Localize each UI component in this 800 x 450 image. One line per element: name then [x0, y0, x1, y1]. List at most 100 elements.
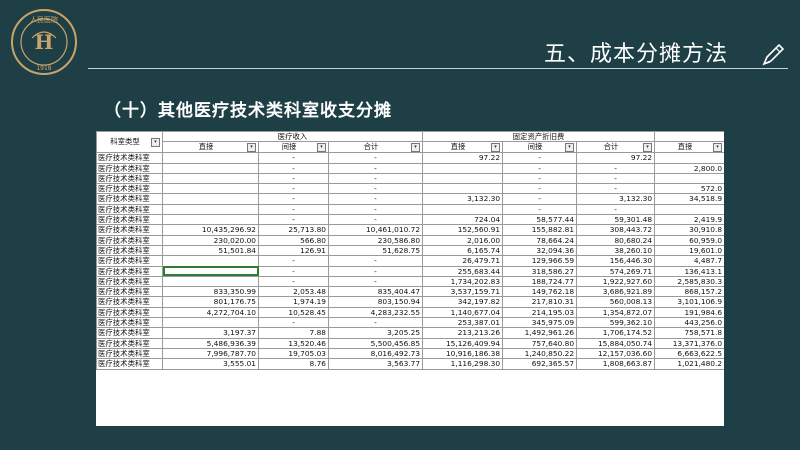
table-cell[interactable]: 253,387.01 [422, 317, 504, 329]
filter-dropdown-icon[interactable]: ▾ [151, 138, 160, 148]
table-cell[interactable]: - [502, 152, 578, 164]
table-cell[interactable]: 868,157.2 [654, 286, 724, 298]
table-cell[interactable] [162, 193, 259, 205]
table-cell[interactable]: 3,197.37 [162, 327, 259, 339]
table-cell[interactable]: 38,260.10 [576, 244, 656, 257]
table-cell[interactable]: 1,116,298.30 [422, 358, 504, 370]
table-cell[interactable]: 572.0 [654, 183, 724, 195]
table-cell[interactable]: - [258, 172, 329, 185]
table-cell[interactable] [162, 275, 259, 288]
col-header[interactable]: 直接 ▾ [654, 141, 724, 154]
table-cell[interactable]: - [327, 265, 424, 277]
table-cell[interactable]: 4,487.7 [654, 255, 724, 267]
table-cell[interactable]: 308,443.72 [576, 224, 656, 236]
row-type-cell[interactable]: 医疗技术类科室 [96, 234, 163, 246]
table-cell[interactable]: - [576, 183, 656, 195]
table-cell[interactable]: 188,724.77 [502, 275, 578, 288]
table-cell[interactable]: - [502, 162, 578, 174]
table-cell[interactable]: - [258, 152, 329, 164]
filter-dropdown-icon[interactable]: ▾ [643, 143, 653, 152]
table-cell[interactable]: 5,500,456.85 [327, 337, 424, 349]
table-cell[interactable]: 3,555.01 [162, 358, 259, 370]
table-cell[interactable]: - [258, 214, 329, 226]
table-cell[interactable]: 59,301.48 [576, 214, 656, 226]
table-cell[interactable]: - [258, 193, 329, 205]
row-type-cell[interactable]: 医疗技术类科室 [96, 152, 163, 164]
table-cell[interactable]: - [576, 162, 656, 174]
table-cell[interactable] [162, 214, 259, 226]
table-cell[interactable]: 10,435,296.92 [162, 224, 259, 236]
table-cell[interactable]: 136,413.1 [654, 265, 724, 277]
table-cell[interactable] [162, 255, 259, 267]
table-cell[interactable]: - [258, 275, 329, 288]
row-type-cell[interactable]: 医疗技术类科室 [96, 347, 163, 360]
table-cell[interactable]: - [502, 203, 578, 216]
table-cell[interactable]: 1,808,663.87 [576, 358, 656, 370]
table-cell[interactable]: 1,922,927.60 [576, 275, 656, 288]
table-cell[interactable]: 156,446.30 [576, 255, 656, 267]
table-cell[interactable]: - [576, 203, 656, 216]
table-cell[interactable] [654, 203, 724, 216]
table-cell[interactable]: 213,213.26 [422, 327, 504, 339]
table-cell[interactable]: 10,528.45 [258, 306, 329, 319]
table-cell[interactable]: 1,240,850.22 [502, 347, 578, 360]
table-cell[interactable]: - [327, 275, 424, 288]
table-cell[interactable] [162, 152, 259, 164]
col-header[interactable]: 直接 ▾ [422, 141, 504, 154]
table-cell[interactable]: 3,101,106.9 [654, 296, 724, 308]
table-cell[interactable]: 3,563.77 [327, 358, 424, 370]
table-cell[interactable]: 757,640.80 [502, 337, 578, 349]
table-cell[interactable]: - [327, 255, 424, 267]
table-cell[interactable]: 30,910.8 [654, 224, 724, 236]
table-cell[interactable]: 599,362.10 [576, 317, 656, 329]
col-header[interactable]: 合计 ▾ [327, 141, 424, 154]
table-cell[interactable]: 692,365.57 [502, 358, 578, 370]
filter-dropdown-icon[interactable]: ▾ [713, 143, 723, 152]
table-cell[interactable]: 318,586.27 [502, 265, 578, 277]
table-cell[interactable]: 80,680.24 [576, 234, 656, 246]
table-cell[interactable]: - [258, 265, 329, 277]
row-type-cell[interactable]: 医疗技术类科室 [96, 214, 163, 226]
table-cell[interactable] [422, 183, 504, 195]
filter-dropdown-icon[interactable]: ▾ [411, 143, 421, 152]
table-cell[interactable]: 51,501.84 [162, 244, 259, 257]
col-header[interactable]: 间接 ▾ [502, 141, 578, 154]
table-cell[interactable]: 3,537,159.71 [422, 286, 504, 298]
table-cell[interactable]: - [258, 203, 329, 216]
table-cell[interactable]: - [327, 152, 424, 164]
table-cell[interactable]: 7,996,787.70 [162, 347, 259, 360]
table-cell[interactable]: 835,404.47 [327, 286, 424, 298]
table-cell[interactable]: 3,686,921.89 [576, 286, 656, 298]
table-cell[interactable]: 230,020.00 [162, 234, 259, 246]
table-cell[interactable] [162, 172, 259, 185]
table-cell[interactable]: 833,350.99 [162, 286, 259, 298]
row-type-cell[interactable]: 医疗技术类科室 [96, 193, 163, 205]
table-cell[interactable]: 60,959.0 [654, 234, 724, 246]
table-cell[interactable]: 1,492,961.26 [502, 327, 578, 339]
table-cell[interactable]: 8.76 [258, 358, 329, 370]
table-cell[interactable]: 58,577.44 [502, 214, 578, 226]
table-cell[interactable] [162, 162, 259, 174]
row-type-cell[interactable]: 医疗技术类科室 [96, 162, 163, 174]
table-cell[interactable]: 4,283,232.55 [327, 306, 424, 319]
table-cell[interactable] [654, 172, 724, 185]
table-cell[interactable]: 13,371,376.0 [654, 337, 724, 349]
table-cell[interactable]: 191,984.6 [654, 306, 724, 319]
table-cell[interactable]: 345,975.09 [502, 317, 578, 329]
table-cell[interactable]: 566.80 [258, 234, 329, 246]
table-cell[interactable]: 2,585,830.3 [654, 275, 724, 288]
row-type-cell[interactable]: 医疗技术类科室 [96, 255, 163, 267]
table-cell[interactable]: - [258, 255, 329, 267]
col-header[interactable]: 间接 ▾ [258, 141, 329, 154]
table-cell[interactable] [422, 162, 504, 174]
filter-dropdown-icon[interactable]: ▾ [565, 143, 575, 152]
table-cell[interactable]: 3,132.30 [576, 193, 656, 205]
table-cell[interactable]: 342,197.82 [422, 296, 504, 308]
table-cell[interactable]: 10,916,186.38 [422, 347, 504, 360]
table-cell[interactable]: 2,800.0 [654, 162, 724, 174]
table-cell[interactable]: 214,195.03 [502, 306, 578, 319]
table-cell[interactable]: 2,053.48 [258, 286, 329, 298]
table-cell[interactable]: 1,140,677.04 [422, 306, 504, 319]
table-cell[interactable]: 574,269.71 [576, 265, 656, 277]
table-cell[interactable]: - [327, 317, 424, 329]
